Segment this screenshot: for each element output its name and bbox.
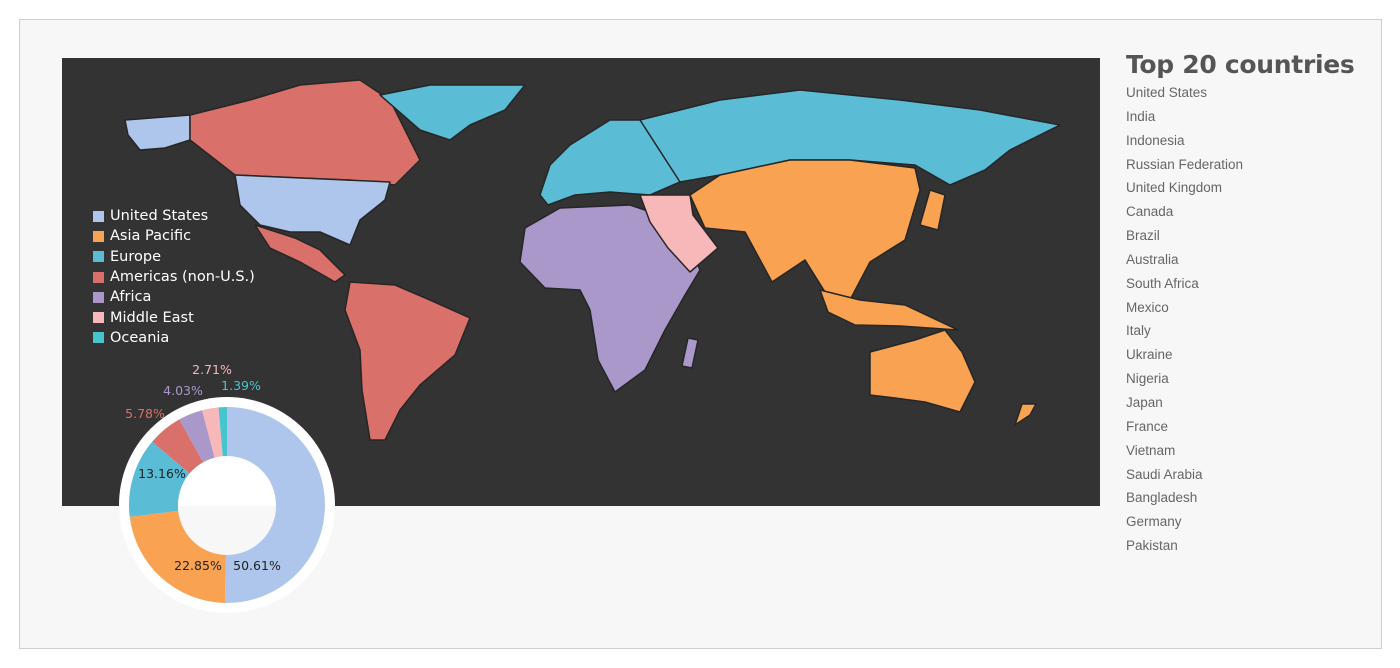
legend-label: Africa — [110, 289, 152, 306]
donut-label: 4.03% — [163, 383, 203, 398]
country-item: Germany — [1126, 514, 1182, 530]
country-item: Nigeria — [1126, 371, 1169, 387]
country-item: Mexico — [1126, 299, 1169, 315]
legend-item: Oceania — [93, 328, 255, 348]
donut-label: 5.78% — [125, 406, 165, 421]
country-item: Ukraine — [1126, 347, 1173, 363]
legend: United States Asia Pacific Europe Americas … — [93, 206, 255, 348]
donut-label: 13.16% — [138, 466, 186, 481]
legend-swatch — [93, 291, 104, 303]
legend-swatch — [93, 271, 104, 283]
top-countries-title: Top 20 countries — [1126, 50, 1355, 79]
donut-label: 22.85% — [174, 558, 222, 573]
legend-label: United States — [110, 208, 209, 225]
country-item: United States — [1126, 85, 1208, 100]
country-item: United Kingdom — [1126, 180, 1223, 196]
donut-label: 2.71% — [192, 362, 232, 377]
legend-item: Asia Pacific — [93, 226, 255, 246]
country-item: Vietnam — [1126, 442, 1176, 458]
legend-label: Americas (non-U.S.) — [110, 269, 255, 286]
country-item: Canada — [1126, 204, 1174, 220]
country-item: India — [1126, 108, 1156, 124]
country-item: Indonesia — [1126, 132, 1185, 148]
legend-item: Africa — [93, 287, 255, 307]
top-countries-list: Top 20 countries United States India Indon… — [1126, 50, 1355, 562]
country-item: Pakistan — [1126, 538, 1178, 554]
legend-item: United States — [93, 206, 255, 226]
legend-label: Asia Pacific — [110, 228, 192, 245]
country-item: South Africa — [1126, 275, 1199, 291]
legend-label: Oceania — [110, 329, 170, 346]
legend-label: Europe — [110, 248, 161, 265]
legend-swatch — [93, 230, 104, 242]
legend-swatch — [93, 210, 104, 222]
country-item: Brazil — [1126, 228, 1160, 244]
country-item: Australia — [1126, 251, 1179, 267]
legend-item: Americas (non-U.S.) — [93, 267, 255, 287]
legend-item: Middle East — [93, 307, 255, 327]
legend-label: Middle East — [110, 309, 194, 326]
legend-item: Europe — [93, 247, 255, 267]
country-item: Italy — [1126, 323, 1151, 339]
country-item: Japan — [1126, 394, 1163, 410]
legend-swatch — [93, 332, 104, 344]
country-item: Russian Federation — [1126, 156, 1244, 172]
country-item: France — [1126, 418, 1169, 434]
legend-swatch — [93, 312, 104, 324]
donut-label: 1.39% — [221, 378, 261, 393]
donut-label: 50.61% — [233, 558, 281, 573]
legend-swatch — [93, 251, 104, 263]
country-item: Bangladesh — [1126, 490, 1198, 506]
country-item: Saudi Arabia — [1126, 466, 1203, 482]
